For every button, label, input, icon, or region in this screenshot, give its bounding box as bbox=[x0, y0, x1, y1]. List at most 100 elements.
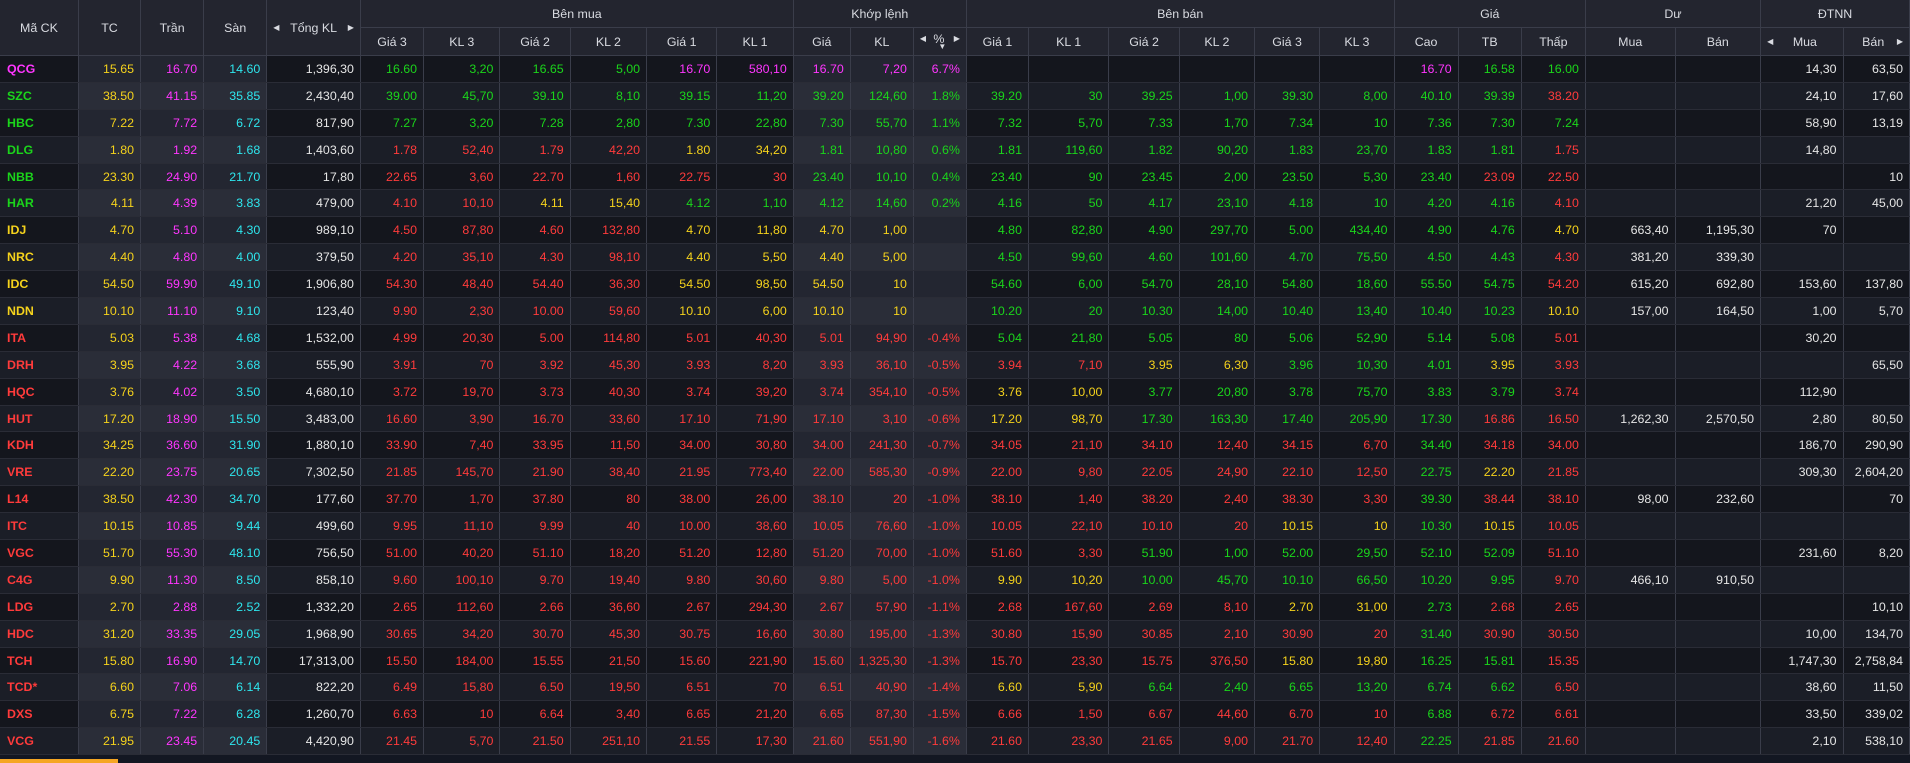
symbol-cell[interactable]: IDJ bbox=[0, 216, 79, 245]
symbol-cell[interactable]: KDH bbox=[0, 431, 79, 460]
header-ask-p3[interactable]: Giá 3 bbox=[1254, 27, 1321, 56]
header-floor[interactable]: Sàn bbox=[203, 0, 268, 56]
header-match-volume[interactable]: KL bbox=[850, 27, 914, 56]
table-row[interactable]: C4G 9.90 11.30 8.50 858,10 9.60 100,10 9.70 19,4… bbox=[0, 566, 1910, 594]
table-row[interactable]: SZC 38.50 41.15 35.85 2,430,40 39.00 45,70 39.1… bbox=[0, 82, 1910, 110]
table-row[interactable]: ITA 5.03 5.38 4.68 1,532,00 4.99 20,30 5.00 114,… bbox=[0, 324, 1910, 352]
header-foreign-sell[interactable]: Bán ▶ bbox=[1843, 27, 1910, 56]
table-row[interactable]: TCH 15.80 16.90 14.70 17,313,00 15.50 184,00 15… bbox=[0, 647, 1910, 675]
header-total-volume[interactable]: ◀ Tổng KL ▶ bbox=[266, 0, 361, 56]
header-match-pct[interactable]: ◀ %▼ ▶ bbox=[913, 27, 967, 56]
table-row[interactable]: TCD* 6.60 7.06 6.14 822,20 6.49 15,80 6.50 19,50… bbox=[0, 673, 1910, 702]
table-row[interactable]: IDJ 4.70 5.10 4.30 989,10 4.50 87,80 4.60 132,80… bbox=[0, 216, 1910, 245]
header-foreign-buy[interactable]: ◀ Mua bbox=[1760, 27, 1844, 56]
scroll-right-icon[interactable]: ▶ bbox=[954, 34, 960, 43]
symbol-cell[interactable]: QCG bbox=[0, 55, 79, 83]
header-ask-p2[interactable]: Giá 2 bbox=[1108, 27, 1180, 56]
symbol-cell[interactable]: TCH bbox=[0, 647, 79, 675]
header-bid-p3[interactable]: Giá 3 bbox=[360, 27, 425, 56]
ref-cell: 23.30 bbox=[78, 163, 142, 191]
scroll-right-icon[interactable]: ▶ bbox=[348, 23, 354, 32]
header-ask-v3[interactable]: KL 3 bbox=[1319, 27, 1395, 56]
ask-p3-cell bbox=[1254, 55, 1321, 83]
sort-desc-icon[interactable]: ▼ bbox=[938, 42, 946, 51]
table-row[interactable]: HBC 7.22 7.72 6.72 817,90 7.27 3,20 7.28 2,80 7.3… bbox=[0, 109, 1910, 137]
table-row[interactable]: HQC 3.76 4.02 3.50 4,680,10 3.72 19,70 3.73 40,3… bbox=[0, 378, 1910, 406]
header-low[interactable]: Thấp bbox=[1521, 27, 1586, 56]
table-row[interactable]: VRE 22.20 23.75 20.65 7,302,50 21.85 145,70 21.… bbox=[0, 458, 1910, 487]
header-bid-p2[interactable]: Giá 2 bbox=[499, 27, 571, 56]
symbol-cell[interactable]: DXS bbox=[0, 700, 79, 729]
avg-cell: 10.15 bbox=[1458, 512, 1522, 541]
symbol-cell[interactable]: SZC bbox=[0, 82, 79, 110]
symbol-cell[interactable]: L14 bbox=[0, 485, 79, 514]
symbol-cell[interactable]: LDG bbox=[0, 593, 79, 621]
header-ceiling[interactable]: Trần bbox=[140, 0, 205, 56]
symbol-cell[interactable]: VGC bbox=[0, 539, 79, 567]
symbol-cell[interactable]: HQC bbox=[0, 378, 79, 406]
low-cell: 34.00 bbox=[1521, 431, 1586, 460]
symbol-cell[interactable]: C4G bbox=[0, 566, 79, 594]
scroll-left-icon[interactable]: ◀ bbox=[273, 23, 279, 32]
ask-p3-cell: 34.15 bbox=[1254, 431, 1321, 460]
table-row[interactable]: KDH 34.25 36.60 31.90 1,880,10 33.90 7,40 33.95… bbox=[0, 431, 1910, 460]
symbol-cell[interactable]: HUT bbox=[0, 405, 79, 433]
header-ask-p1[interactable]: Giá 1 bbox=[966, 27, 1029, 56]
table-row[interactable]: IDC 54.50 59.90 49.10 1,906,80 54.30 48,40 54.4… bbox=[0, 270, 1910, 299]
remain-sell-cell bbox=[1675, 136, 1762, 164]
avg-cell: 39.39 bbox=[1458, 82, 1522, 110]
symbol-cell[interactable]: IDC bbox=[0, 270, 79, 299]
table-row[interactable]: L14 38.50 42.30 34.70 177,60 37.70 1,70 37.80 80… bbox=[0, 485, 1910, 514]
header-high[interactable]: Cao bbox=[1394, 27, 1459, 56]
bid-p3-cell: 30.65 bbox=[360, 620, 425, 648]
table-row[interactable]: HDC 31.20 33.35 29.05 1,968,90 30.65 34,20 30.7… bbox=[0, 620, 1910, 648]
symbol-cell[interactable]: DRH bbox=[0, 351, 79, 379]
header-symbol[interactable]: Mã CK bbox=[0, 0, 79, 56]
header-avg[interactable]: TB bbox=[1458, 27, 1522, 56]
table-row[interactable]: DLG 1.80 1.92 1.68 1,403,60 1.78 52,40 1.79 42,2… bbox=[0, 136, 1910, 164]
header-bid-p1[interactable]: Giá 1 bbox=[646, 27, 718, 56]
header-remain-buy[interactable]: Mua bbox=[1585, 27, 1676, 56]
header-match-price[interactable]: Giá bbox=[793, 27, 851, 56]
table-row[interactable]: VGC 51.70 55.30 48.10 756,50 51.00 40,20 51.10 1… bbox=[0, 539, 1910, 567]
symbol-cell[interactable]: VRE bbox=[0, 458, 79, 487]
bid-p1-cell: 21.95 bbox=[646, 458, 718, 487]
header-ask-v1[interactable]: KL 1 bbox=[1028, 27, 1110, 56]
table-row[interactable]: DXS 6.75 7.22 6.28 1,260,70 6.63 10 6.64 3,40 6.6… bbox=[0, 700, 1910, 729]
symbol-cell[interactable]: DLG bbox=[0, 136, 79, 164]
header-bid-v1[interactable]: KL 1 bbox=[716, 27, 794, 56]
symbol-cell[interactable]: HDC bbox=[0, 620, 79, 648]
remain-buy-cell bbox=[1585, 82, 1676, 110]
ref-cell: 38.50 bbox=[78, 485, 142, 514]
symbol-cell[interactable]: TCD* bbox=[0, 673, 79, 702]
table-row[interactable]: QCG 15.65 16.70 14.60 1,396,30 16.60 3,20 16.65… bbox=[0, 55, 1910, 83]
symbol-cell[interactable]: NBB bbox=[0, 163, 79, 191]
symbol-cell[interactable]: ITA bbox=[0, 324, 79, 352]
table-row[interactable]: NRC 4.40 4.80 4.00 379,50 4.20 35,10 4.30 98,10 4… bbox=[0, 243, 1910, 272]
table-row[interactable]: NDN 10.10 11.10 9.10 123,40 9.90 2,30 10.00 59,6… bbox=[0, 297, 1910, 325]
scroll-left-icon[interactable]: ◀ bbox=[1767, 37, 1773, 46]
table-row[interactable]: VCG 21.95 23.45 20.45 4,420,90 21.45 5,70 21.50… bbox=[0, 727, 1910, 756]
symbol-cell[interactable]: HAR bbox=[0, 189, 79, 218]
table-row[interactable]: NBB 23.30 24.90 21.70 17,80 22.65 3,60 22.70 1,6… bbox=[0, 163, 1910, 191]
table-row[interactable]: ITC 10.15 10.85 9.44 499,60 9.95 11,10 9.99 40 10… bbox=[0, 512, 1910, 541]
header-remain-sell[interactable]: Bán bbox=[1675, 27, 1762, 56]
bid-v3-cell: 52,40 bbox=[423, 136, 501, 164]
header-ref[interactable]: TC bbox=[78, 0, 142, 56]
header-bid-v3[interactable]: KL 3 bbox=[423, 27, 501, 56]
symbol-cell[interactable]: VCG bbox=[0, 727, 79, 756]
symbol-cell[interactable]: ITC bbox=[0, 512, 79, 541]
scroll-left-icon[interactable]: ◀ bbox=[920, 34, 926, 43]
scroll-right-icon[interactable]: ▶ bbox=[1897, 37, 1903, 46]
table-row[interactable]: HAR 4.11 4.39 3.83 479,00 4.10 10,10 4.11 15,40 4… bbox=[0, 189, 1910, 218]
table-row[interactable]: HUT 17.20 18.90 15.50 3,483,00 16.60 3,90 16.70… bbox=[0, 405, 1910, 433]
table-row[interactable]: DRH 3.95 4.22 3.68 555,90 3.91 70 3.92 45,30 3.93… bbox=[0, 351, 1910, 379]
bid-v3-cell: 100,10 bbox=[423, 566, 501, 594]
header-bid-v2[interactable]: KL 2 bbox=[570, 27, 648, 56]
symbol-cell[interactable]: HBC bbox=[0, 109, 79, 137]
table-row[interactable]: LDG 2.70 2.88 2.52 1,332,20 2.65 112,60 2.66 36,… bbox=[0, 593, 1910, 621]
header-ask-v2[interactable]: KL 2 bbox=[1179, 27, 1256, 56]
symbol-cell[interactable]: NDN bbox=[0, 297, 79, 325]
symbol-cell[interactable]: NRC bbox=[0, 243, 79, 272]
ask-v2-cell: 90,20 bbox=[1179, 136, 1256, 164]
